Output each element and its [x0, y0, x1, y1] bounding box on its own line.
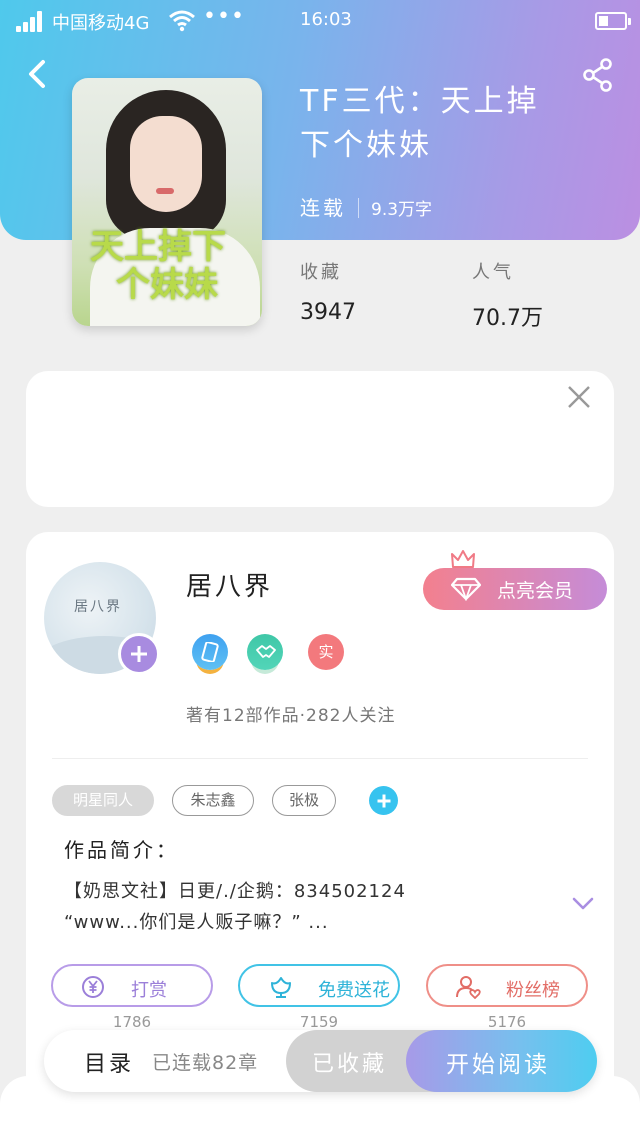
toc-button[interactable]: 目录: [84, 1046, 134, 1078]
popularity-count: 70.7万: [472, 306, 543, 331]
intro-line: “www...你们是人贩子嘛？” ...: [64, 912, 329, 933]
book-meta: 连载 9.3万字: [300, 192, 432, 221]
tag-character[interactable]: 朱志鑫: [172, 785, 254, 816]
start-reading-button[interactable]: 开始阅读: [406, 1030, 597, 1092]
battery-icon: [595, 12, 631, 30]
follow-plus-button[interactable]: [118, 633, 160, 675]
fan-count: 5176: [487, 1013, 527, 1031]
book-cover[interactable]: 天上掉下 个妹妹: [72, 78, 262, 326]
divider: [52, 758, 588, 759]
author-name: 居八界: [186, 572, 274, 602]
intro-line: 【奶思文社】日更/./企鹅：834502124: [64, 881, 406, 902]
intro-text: 【奶思文社】日更/./企鹅：834502124 “www...你们是人贩子嘛？”…: [64, 876, 544, 938]
tip-count: 1786: [112, 1013, 152, 1031]
tip-label: 打赏: [131, 980, 167, 1001]
tip-button[interactable]: 打赏: [51, 964, 213, 1007]
favorites-count: 3947: [300, 300, 356, 325]
tag-category[interactable]: 明星同人: [52, 785, 154, 816]
popularity-stat: 人气 70.7万: [472, 258, 543, 332]
chapter-count[interactable]: 已连载82章: [152, 1048, 258, 1075]
cover-title-art: 天上掉下 个妹妹: [90, 227, 226, 305]
vip-activate-button[interactable]: 点亮会员: [423, 568, 607, 610]
start-reading-label: 开始阅读: [446, 1052, 550, 1078]
flower-icon: [271, 977, 291, 998]
popularity-label: 人气: [472, 262, 514, 283]
serial-status: 连载: [300, 196, 346, 220]
add-tag-button[interactable]: [369, 786, 398, 815]
signal-icon: [16, 10, 46, 32]
handshake-badge-icon[interactable]: [247, 634, 283, 670]
phone-verified-badge-icon[interactable]: [192, 634, 228, 670]
favorites-label: 收藏: [300, 262, 342, 283]
status-bar: 中国移动4G ••• 16:03: [0, 0, 640, 42]
vip-label: 点亮会员: [497, 580, 574, 602]
chevron-down-icon[interactable]: [571, 896, 595, 912]
crown-icon: [451, 550, 475, 568]
author-works-summary: 著有12部作品·282人关注: [186, 706, 396, 726]
yen-coin-icon: [82, 976, 104, 998]
back-arrow-icon[interactable]: [22, 58, 54, 90]
fan-ranking-button[interactable]: 粉丝榜: [426, 964, 588, 1007]
favorites-stat: 收藏 3947: [300, 258, 356, 325]
more-dots: •••: [203, 4, 245, 29]
intro-label: 作品简介：: [64, 838, 179, 862]
close-icon[interactable]: [566, 384, 592, 410]
real-name-badge[interactable]: 实: [308, 634, 344, 670]
flower-count: 7159: [299, 1013, 339, 1031]
collected-label: 已收藏: [312, 1052, 388, 1077]
fan-ranking-label: 粉丝榜: [506, 980, 560, 1001]
carrier-label: 中国移动4G: [52, 13, 150, 34]
send-flower-button[interactable]: 免费送花: [238, 964, 400, 1007]
share-icon[interactable]: [582, 58, 614, 92]
ad-card: [26, 371, 614, 507]
user-heart-icon: [456, 976, 481, 999]
send-flower-label: 免费送花: [318, 980, 390, 1001]
diamond-icon: [451, 577, 481, 601]
book-title: TF三代：天上掉下个妹妹: [300, 84, 540, 163]
clock: 16:03: [300, 9, 352, 30]
word-count: 9.3万字: [371, 200, 433, 220]
tag-character[interactable]: 张极: [272, 785, 336, 816]
wifi-icon: [169, 10, 195, 32]
